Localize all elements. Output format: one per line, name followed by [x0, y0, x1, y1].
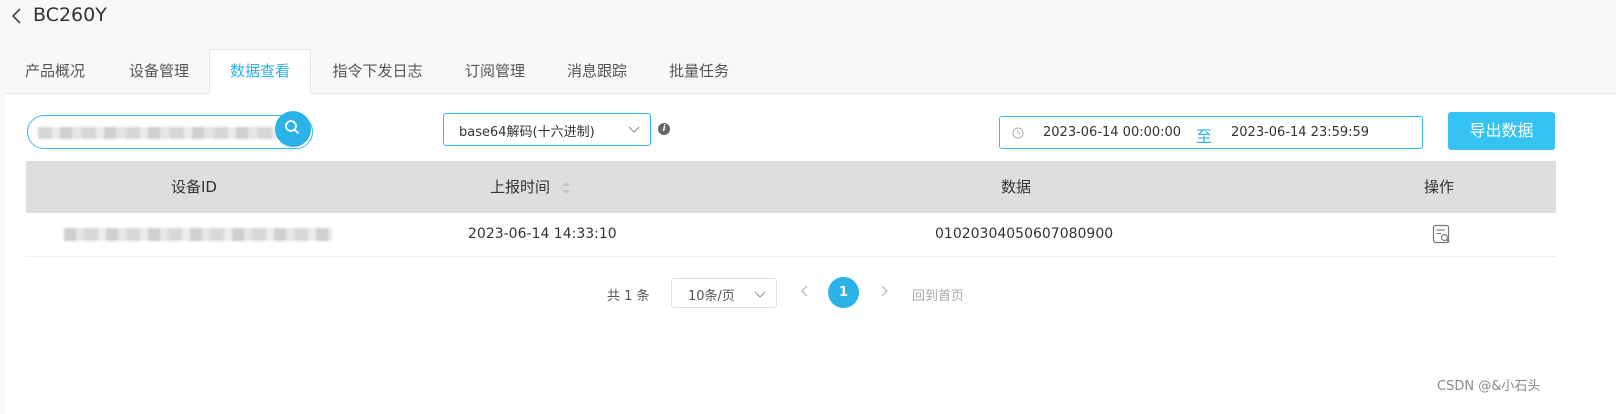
- column-report-time-label: 上报时间: [490, 178, 551, 196]
- column-device-id: 设备ID: [171, 178, 217, 196]
- chevron-down-icon: [754, 291, 766, 298]
- tab-device-management[interactable]: 设备管理: [109, 50, 209, 93]
- search-input[interactable]: ████████████████████: [27, 115, 313, 149]
- search-button[interactable]: [275, 111, 311, 147]
- pagination-total: 共 1 条: [607, 289, 650, 304]
- clock-icon: [1012, 127, 1024, 139]
- tab-bar: 产品概况 设备管理 数据查看 指令下发日志 订阅管理 消息跟踪 批量任务: [5, 49, 1616, 94]
- date-range-picker[interactable]: 2023-06-14 00:00:00 至 2023-06-14 23:59:5…: [999, 116, 1423, 149]
- cell-data: 01020304050607080900: [935, 226, 1114, 242]
- search-icon: [285, 120, 299, 134]
- tab-data-view[interactable]: 数据查看: [209, 49, 311, 94]
- sort-icon[interactable]: [561, 181, 571, 195]
- chevron-left-icon[interactable]: [800, 284, 810, 298]
- tab-command-log[interactable]: 指令下发日志: [315, 50, 440, 93]
- page-size-value: 10条/页: [688, 289, 735, 304]
- chevron-right-icon[interactable]: [879, 284, 889, 298]
- page-header: BC260Y: [0, 0, 1616, 48]
- tab-product-overview[interactable]: 产品概况: [5, 50, 105, 93]
- back-icon[interactable]: [8, 6, 26, 26]
- date-separator: 至: [1196, 127, 1213, 146]
- column-actions: 操作: [1424, 178, 1455, 196]
- search-value-redacted: ████████████████████: [38, 127, 278, 139]
- export-data-button[interactable]: 导出数据: [1448, 112, 1555, 150]
- pagination: 共 1 条 10条/页 1 回到首页: [5, 277, 1616, 309]
- date-start[interactable]: 2023-06-14 00:00:00: [1043, 125, 1181, 140]
- view-detail-icon[interactable]: [1432, 224, 1452, 246]
- table-row: ████████████████████████ 2023-06-14 14:3…: [26, 213, 1556, 257]
- info-icon[interactable]: i: [658, 123, 670, 135]
- column-data: 数据: [1001, 178, 1032, 196]
- cell-device-id-redacted: ████████████████████████: [64, 228, 332, 241]
- tab-subscription[interactable]: 订阅管理: [445, 50, 545, 93]
- page-title: BC260Y: [33, 4, 107, 26]
- date-end[interactable]: 2023-06-14 23:59:59: [1231, 125, 1369, 140]
- decode-select[interactable]: base64解码(十六进制): [443, 113, 651, 146]
- tab-batch-task[interactable]: 批量任务: [649, 50, 749, 93]
- column-report-time[interactable]: 上报时间: [490, 161, 571, 213]
- go-to-first-page-link[interactable]: 回到首页: [912, 285, 964, 304]
- chevron-down-icon: [628, 126, 640, 133]
- decode-selected-value: base64解码(十六进制): [459, 125, 595, 140]
- page-number-current[interactable]: 1: [828, 277, 859, 308]
- watermark: CSDN @&小石头: [1437, 379, 1541, 394]
- data-view-panel: ████████████████████ base64解码(十六进制) i 20…: [5, 94, 1616, 414]
- tab-message-trace[interactable]: 消息跟踪: [547, 50, 647, 93]
- page-size-select[interactable]: 10条/页: [671, 278, 777, 308]
- table-header: 设备ID 上报时间 数据 操作: [26, 161, 1556, 213]
- cell-report-time: 2023-06-14 14:33:10: [468, 226, 617, 242]
